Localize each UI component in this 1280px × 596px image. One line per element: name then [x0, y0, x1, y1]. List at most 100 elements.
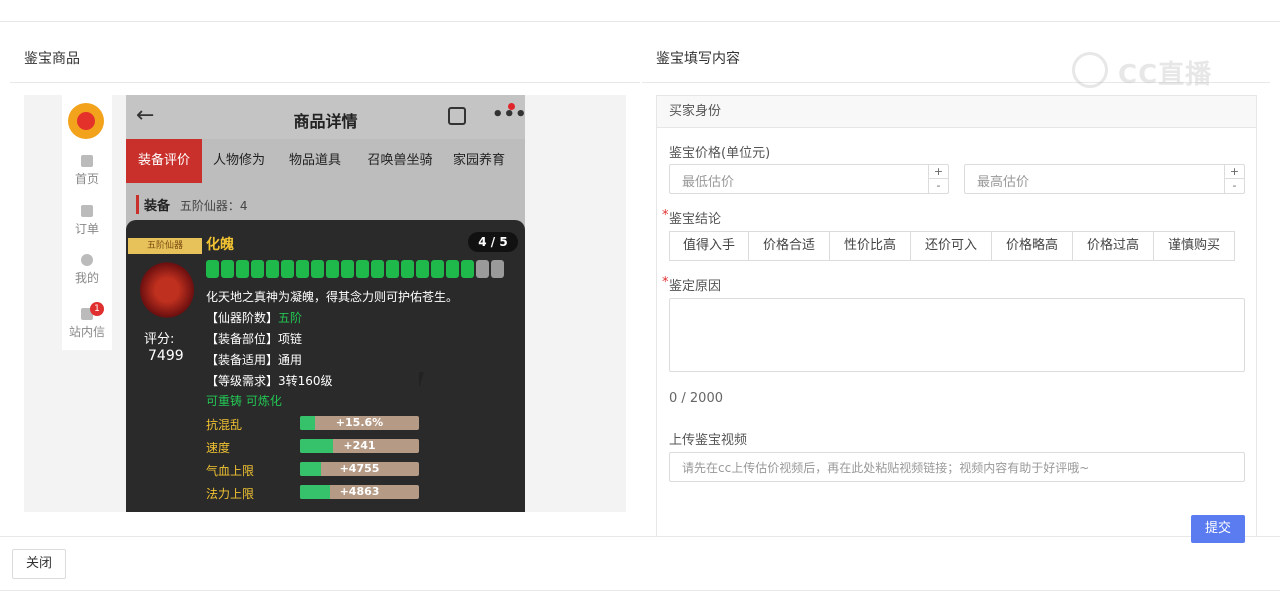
top-bar — [0, 0, 1280, 22]
left-divider — [10, 82, 640, 83]
necklace-image — [140, 262, 194, 318]
upgrade-pip — [326, 260, 339, 278]
upgrade-pip — [356, 260, 369, 278]
upgrade-pip — [416, 260, 429, 278]
video-link-placeholder: 请先在cc上传估价视频后，再在此处粘贴视频链接；视频内容有助于好评哦~ — [682, 461, 1090, 475]
level-tag: 五阶仙器 — [128, 238, 202, 254]
mobile-sidebar: 首页 订单 我的 1 站内信 — [62, 95, 112, 350]
watermark-logo-icon — [1072, 52, 1108, 88]
conclusion-option-bargain[interactable]: 还价可入 — [911, 231, 992, 261]
stat-label: 抗混乱 — [206, 418, 243, 432]
phone-screen: ← 商品详情 ••• 装备评价 人物修为 物品道具 召唤兽坐骑 家园养育 装备 … — [126, 95, 525, 512]
tab-character[interactable]: 人物修为 — [204, 139, 274, 183]
price-label: 鉴宝价格(单位元) — [669, 146, 771, 161]
submit-button[interactable]: 提交 — [1191, 515, 1245, 543]
stat-value: +15.6% — [335, 416, 384, 429]
sidebar-item-home[interactable]: 首页 — [62, 155, 112, 187]
upgrade-pip — [401, 260, 414, 278]
stat-label: 法力上限 — [206, 487, 255, 501]
video-link-input[interactable]: 请先在cc上传估价视频后，再在此处粘贴视频链接；视频内容有助于好评哦~ — [669, 452, 1245, 482]
attr-row: 【装备部位】项链 — [206, 330, 302, 347]
item-description: 化天地之真神为凝魄，得其念力则可护佑苍生。 — [206, 290, 459, 304]
stat-bar: +241 — [300, 439, 419, 453]
upgrade-pip — [266, 260, 279, 278]
attr-row: 【装备适用】通用 — [206, 351, 302, 368]
attr-value: 项链 — [278, 332, 303, 346]
home-icon — [81, 155, 93, 167]
conclusion-option-good-value[interactable]: 性价比高 — [830, 231, 911, 261]
bottom-divider — [0, 590, 1280, 591]
increment-icon[interactable]: + — [1225, 165, 1244, 179]
conclusion-option-worth-buying[interactable]: 值得入手 — [669, 231, 749, 261]
phone-header: ← 商品详情 ••• — [126, 95, 525, 139]
upgrade-pip — [251, 260, 264, 278]
upgrade-pip — [221, 260, 234, 278]
item-name: 化魄 — [206, 237, 234, 253]
sidebar-item-profile[interactable]: 我的 — [62, 254, 112, 286]
attr-key: 【装备部位】 — [206, 332, 279, 346]
close-button[interactable]: 关闭 — [12, 549, 66, 579]
reason-label-text: 鉴定原因 — [669, 279, 722, 294]
sidebar-item-label: 站内信 — [68, 325, 105, 339]
attr-row: 【仙器阶数】五阶 — [206, 309, 302, 326]
item-card: 五阶仙器 化魄 4 / 5 评分: 7499 化天地之真神为凝魄，得其念力则可护… — [126, 220, 525, 512]
tab-items[interactable]: 物品道具 — [279, 139, 351, 183]
upgrade-pip — [311, 260, 324, 278]
upgrade-pip — [371, 260, 384, 278]
min-price-input[interactable]: 最低估价 + - — [669, 164, 949, 194]
conclusion-label: * 鉴宝结论 — [662, 208, 722, 227]
stat-bar: +15.6% — [300, 416, 419, 430]
item-count: 4 / 5 — [468, 232, 518, 252]
tab-summons[interactable]: 召唤兽坐骑 — [358, 139, 442, 183]
sidebar-item-messages[interactable]: 1 站内信 — [62, 302, 112, 340]
video-label: 上传鉴宝视频 — [669, 433, 748, 448]
min-price-stepper[interactable]: + - — [928, 165, 948, 193]
required-mark: * — [662, 275, 669, 290]
conclusion-option-slightly-high[interactable]: 价格略高 — [992, 231, 1073, 261]
stat-value: +241 — [343, 439, 376, 452]
sidebar-item-label: 我的 — [74, 271, 99, 285]
conclusion-option-fair-price[interactable]: 价格合适 — [749, 231, 830, 261]
max-price-input[interactable]: 最高估价 + - — [964, 164, 1245, 194]
decrement-icon[interactable]: - — [1225, 179, 1244, 193]
reason-textarea[interactable] — [669, 298, 1245, 372]
share-icon[interactable] — [448, 107, 466, 125]
conclusion-option-too-high[interactable]: 价格过高 — [1073, 231, 1154, 261]
max-price-stepper[interactable]: + - — [1224, 165, 1244, 193]
stat-bar: +4755 — [300, 462, 419, 476]
decrement-icon[interactable]: - — [929, 179, 948, 193]
notification-dot — [508, 103, 515, 110]
tab-equipment-review[interactable]: 装备评价 — [126, 139, 202, 183]
sidebar-item-label: 首页 — [74, 172, 99, 186]
app-logo-icon — [68, 103, 104, 139]
conclusion-option-cautious[interactable]: 谨慎购买 — [1154, 231, 1235, 261]
upgrade-pip — [281, 260, 294, 278]
phone-tabs: 装备评价 人物修为 物品道具 召唤兽坐骑 家园养育 — [126, 139, 525, 183]
attr-row: 【等级需求】3转160级 — [206, 372, 333, 389]
section-sub: 五阶仙器：4 — [179, 199, 248, 213]
attr-value: 五阶 — [278, 311, 303, 325]
upgrade-pip — [431, 260, 444, 278]
conclusion-label-text: 鉴宝结论 — [669, 212, 722, 227]
conclusion-options: 值得入手 价格合适 性价比高 还价可入 价格略高 价格过高 谨慎购买 — [669, 231, 1235, 261]
upgrade-pip — [296, 260, 309, 278]
upgrade-pip — [206, 260, 219, 278]
increment-icon[interactable]: + — [929, 165, 948, 179]
sidebar-item-orders[interactable]: 订单 — [62, 205, 112, 237]
watermark: CC直播 — [1072, 50, 1242, 90]
attr-key: 【等级需求】 — [206, 374, 279, 388]
score-label: 评分: — [144, 332, 175, 347]
upgrade-pips — [206, 260, 504, 278]
order-icon — [81, 205, 93, 217]
upgrade-pip — [446, 260, 459, 278]
right-panel-title: 鉴宝填写内容 — [656, 51, 740, 67]
attr-key: 【仙器阶数】 — [206, 311, 279, 325]
char-counter: 0 / 2000 — [669, 391, 723, 406]
tab-homeland[interactable]: 家园养育 — [448, 139, 510, 183]
attr-value: 3转160级 — [278, 374, 333, 388]
attr-key: 【装备适用】 — [206, 353, 279, 367]
footer-bar — [0, 536, 1280, 596]
form-section-header: 买家身份 — [657, 96, 1256, 128]
stat-value: +4863 — [339, 485, 380, 498]
max-price-placeholder: 最高估价 — [977, 175, 1030, 190]
